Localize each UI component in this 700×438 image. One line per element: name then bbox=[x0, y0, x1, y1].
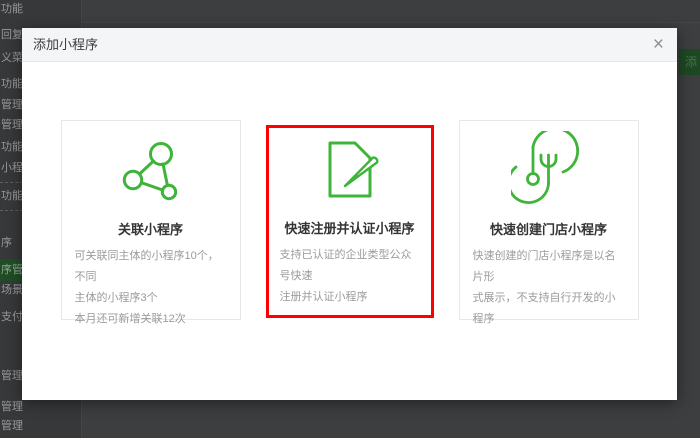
sidebar-item: 管理 bbox=[1, 99, 23, 111]
card-desc: 支持已认证的企业类型公众号快速 注册并认证小程序 bbox=[279, 249, 412, 303]
sidebar-item: 功能 bbox=[1, 190, 23, 202]
network-nodes-icon bbox=[62, 131, 240, 207]
document-pen-icon bbox=[269, 130, 431, 206]
screen: 功能 回复 义菜单 功能 管理 管理 功能 小程序 功能 序 序管理 场景 支付… bbox=[0, 0, 700, 438]
card-desc: 快速创建的门店小程序是以名片形 式展示，不支持自行开发的小程序 bbox=[472, 250, 616, 325]
card-link-miniprogram[interactable]: 关联小程序 可关联同主体的小程序10个，不同 主体的小程序3个 本月还可新增关联… bbox=[60, 120, 241, 325]
sidebar-item: 场景 bbox=[1, 284, 23, 296]
sidebar-item: 功能 bbox=[1, 3, 23, 15]
card-quick-register-verify[interactable]: 快速注册并认证小程序 支持已认证的企业类型公众号快速 注册并认证小程序 bbox=[265, 125, 434, 318]
sidebar-item: 序 bbox=[1, 237, 12, 249]
sidebar-item: 功能 bbox=[1, 78, 23, 90]
option-cards-row: 关联小程序 可关联同主体的小程序10个，不同 主体的小程序3个 本月还可新增关联… bbox=[22, 120, 677, 325]
sidebar-item: 支付 bbox=[1, 311, 23, 323]
card-title: 关联小程序 bbox=[117, 222, 183, 237]
card-title: 快速创建门店小程序 bbox=[489, 222, 607, 237]
close-icon[interactable]: × bbox=[653, 28, 664, 62]
dimmed-add-button: 添 bbox=[679, 49, 700, 75]
sidebar-item: 功能 bbox=[1, 141, 23, 153]
sidebar-item: 管理 bbox=[1, 370, 23, 382]
fork-spoon-icon bbox=[460, 131, 638, 207]
sidebar-item: 管理 bbox=[1, 119, 23, 131]
sidebar-item: 回复 bbox=[1, 29, 23, 41]
card-create-store-miniprogram[interactable]: 快速创建门店小程序 快速创建的门店小程序是以名片形 式展示，不支持自行开发的小程… bbox=[458, 120, 639, 325]
modal-header: 添加小程序 × bbox=[22, 28, 677, 62]
sidebar-item: 管理 bbox=[1, 420, 23, 432]
card-title: 快速注册并认证小程序 bbox=[284, 221, 415, 236]
sidebar-item: 管理 bbox=[1, 401, 23, 413]
page-header-divider bbox=[83, 22, 700, 23]
modal-title: 添加小程序 bbox=[33, 37, 99, 52]
card-desc: 可关联同主体的小程序10个，不同 主体的小程序3个 本月还可新增关联12次 bbox=[74, 250, 219, 325]
add-miniprogram-modal: 添加小程序 × 关联小程序 可关联同主体的小程序10个，不同 主体的小程序3个 … bbox=[22, 28, 677, 400]
